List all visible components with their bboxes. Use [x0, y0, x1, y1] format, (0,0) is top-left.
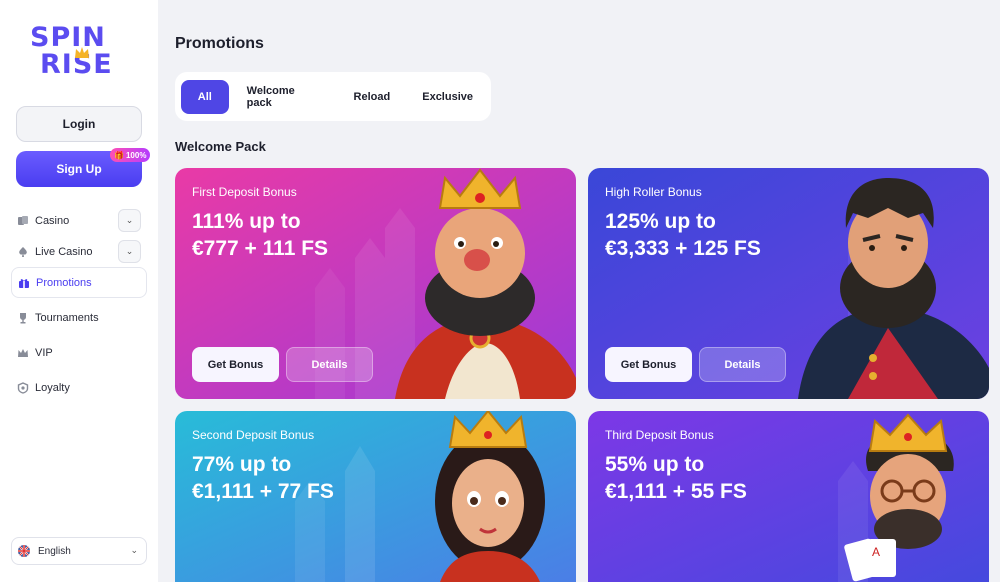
card-amount: 125% up to €3,333 + 125 FS: [605, 208, 805, 262]
card-amount-line2: €1,111 + 77 FS: [192, 480, 334, 503]
signup-badge-text: 100%: [125, 150, 147, 160]
sidebar-item-loyalty[interactable]: Loyalty: [11, 372, 147, 403]
details-button[interactable]: Details: [286, 347, 373, 382]
sidebar-item-label: Loyalty: [35, 381, 70, 394]
card-amount-line1: 111% up to: [192, 210, 301, 233]
card-amount: 111% up to €777 + 111 FS: [192, 208, 392, 262]
sidebar-item-label: Promotions: [36, 276, 92, 289]
card-amount-line2: €1,111 + 55 FS: [605, 480, 747, 503]
card-amount-line2: €3,333 + 125 FS: [605, 237, 761, 260]
crown-icon: [75, 47, 89, 58]
sidebar-item-promotions[interactable]: Promotions: [11, 267, 147, 298]
promo-tabs: All Welcome pack Reload Exclusive: [175, 72, 491, 121]
king-character-illustration: [395, 168, 576, 399]
spinrise-logo[interactable]: SPIN RISE: [30, 24, 130, 82]
promo-card-third-deposit[interactable]: A Third Deposit Bonus 55% up to €1,111 +…: [588, 411, 989, 582]
promo-card-first-deposit[interactable]: First Deposit Bonus 111% up to €777 + 11…: [175, 168, 576, 399]
tab-all[interactable]: All: [181, 79, 229, 114]
language-selector[interactable]: English ⌄: [11, 537, 147, 565]
get-bonus-button[interactable]: Get Bonus: [605, 347, 692, 382]
sidebar-item-vip[interactable]: VIP: [11, 337, 147, 368]
tab-reload[interactable]: Reload: [340, 80, 405, 114]
sidebar-item-casino[interactable]: Casino ⌄: [11, 205, 147, 236]
sidebar: SPIN RISE Login Sign Up 🎁 100% Casino ⌄ …: [0, 0, 158, 582]
tab-welcome-pack[interactable]: Welcome pack: [233, 80, 336, 114]
chevron-down-icon[interactable]: ⌄: [118, 209, 141, 232]
sidebar-item-tournaments[interactable]: Tournaments: [11, 302, 147, 333]
pirate-captain-illustration: [798, 178, 989, 399]
crown-icon: [17, 347, 29, 359]
language-label: English: [38, 545, 71, 557]
uk-flag-icon: [18, 545, 30, 557]
card-title: Third Deposit Bonus: [605, 428, 714, 442]
sidebar-item-label: Tournaments: [35, 311, 99, 324]
signup-bonus-badge: 🎁 100%: [110, 148, 151, 162]
card-amount-line2: €777 + 111 FS: [192, 237, 329, 260]
card-title: First Deposit Bonus: [192, 185, 297, 199]
sidebar-item-label: VIP: [35, 346, 53, 359]
card-title: High Roller Bonus: [605, 185, 702, 199]
card-amount-line1: 125% up to: [605, 210, 716, 233]
chevron-down-icon[interactable]: ⌄: [118, 240, 141, 263]
card-amount-line1: 77% up to: [192, 453, 292, 476]
badge-icon: [17, 381, 29, 394]
login-button[interactable]: Login: [16, 106, 142, 142]
chevron-down-icon: ⌄: [130, 545, 138, 555]
card-amount: 55% up to €1,111 + 55 FS: [605, 451, 805, 505]
details-button[interactable]: Details: [699, 347, 786, 382]
spade-icon: [17, 246, 29, 258]
svg-text:A: A: [872, 545, 880, 559]
gift-icon: 🎁: [114, 150, 124, 160]
sidebar-item-label: Casino: [35, 214, 70, 227]
section-title: Welcome Pack: [175, 139, 266, 154]
trophy-icon: [17, 312, 29, 324]
promo-card-high-roller[interactable]: High Roller Bonus 125% up to €3,333 + 12…: [588, 168, 989, 399]
queen-character-illustration: [435, 411, 545, 582]
promo-card-second-deposit[interactable]: Second Deposit Bonus 77% up to €1,111 + …: [175, 411, 576, 582]
gift-icon: [18, 277, 30, 289]
sidebar-item-live-casino[interactable]: Live Casino ⌄: [11, 236, 147, 267]
get-bonus-button[interactable]: Get Bonus: [192, 347, 279, 382]
sidebar-item-label: Live Casino: [35, 245, 93, 258]
cards-icon: [17, 215, 29, 227]
tab-exclusive[interactable]: Exclusive: [408, 80, 487, 114]
sidebar-nav: Casino ⌄ Live Casino ⌄ Promotions Tourna…: [11, 205, 147, 403]
card-amount: 77% up to €1,111 + 77 FS: [192, 451, 392, 505]
card-amount-line1: 55% up to: [605, 453, 705, 476]
card-title: Second Deposit Bonus: [192, 428, 315, 442]
page-title: Promotions: [175, 35, 264, 52]
card-king-illustration: A: [844, 413, 954, 582]
